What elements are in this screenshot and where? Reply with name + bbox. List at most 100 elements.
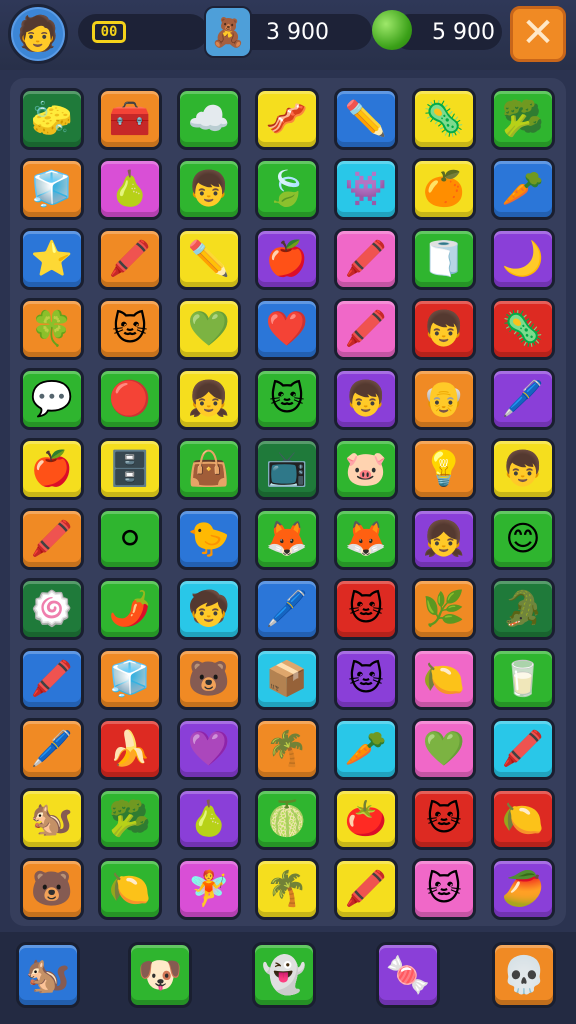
tile-r3-c6[interactable]: 🧻: [412, 228, 476, 290]
tile-r1-c1[interactable]: 🧽: [20, 88, 84, 150]
tile-r5-c3[interactable]: 👧: [177, 368, 241, 430]
tile-r2-c5[interactable]: 👾: [334, 158, 398, 220]
tile-r9-c2[interactable]: 🧊: [98, 648, 162, 710]
tile-r12-c2[interactable]: 🍋: [98, 858, 162, 920]
tile-r9-c5[interactable]: 🐱: [334, 648, 398, 710]
tile-r2-c1[interactable]: 🧊: [20, 158, 84, 220]
powerup-button-3[interactable]: 👻: [252, 942, 316, 1008]
tile-r12-c3[interactable]: 🧚: [177, 858, 241, 920]
tile-r12-c4[interactable]: 🌴: [255, 858, 319, 920]
tile-r1-c4[interactable]: 🥓: [255, 88, 319, 150]
tile-r3-c5[interactable]: 🖍️: [334, 228, 398, 290]
green-gem-icon: [372, 10, 412, 50]
tile-r4-c7[interactable]: 🦠: [491, 298, 555, 360]
gem-counter: 5 900: [372, 10, 502, 50]
tile-r4-c3[interactable]: 💚: [177, 298, 241, 360]
tile-r4-c5[interactable]: 🖍️: [334, 298, 398, 360]
tile-r11-c2[interactable]: 🥦: [98, 788, 162, 850]
tile-r11-c1[interactable]: 🐿️: [20, 788, 84, 850]
tile-r8-c3[interactable]: 🧒: [177, 578, 241, 640]
top-hud: 🧑 00 🧸 3 900 5 900 ✕: [0, 0, 576, 70]
tile-r5-c4[interactable]: 🐱: [255, 368, 319, 430]
tile-r4-c4[interactable]: ❤️: [255, 298, 319, 360]
tile-r8-c1[interactable]: 🍥: [20, 578, 84, 640]
tile-r5-c5[interactable]: 👦: [334, 368, 398, 430]
player-avatar[interactable]: 🧑: [8, 4, 68, 64]
tile-r4-c1[interactable]: 🍀: [20, 298, 84, 360]
tile-r12-c1[interactable]: 🐻: [20, 858, 84, 920]
tile-r10-c2[interactable]: 🍌: [98, 718, 162, 780]
tile-r1-c2[interactable]: 🧰: [98, 88, 162, 150]
tile-r7-c5[interactable]: 🦊: [334, 508, 398, 570]
tile-r6-c7[interactable]: 👦: [491, 438, 555, 500]
tile-r2-c4[interactable]: 🍃: [255, 158, 319, 220]
close-button[interactable]: ✕: [510, 6, 566, 62]
tile-r3-c1[interactable]: ⭐: [20, 228, 84, 290]
tile-r12-c5[interactable]: 🖍️: [334, 858, 398, 920]
tile-r10-c1[interactable]: 🖊️: [20, 718, 84, 780]
tile-r11-c5[interactable]: 🍅: [334, 788, 398, 850]
tile-r11-c6[interactable]: 🐱: [412, 788, 476, 850]
tile-r1-c3[interactable]: ☁️: [177, 88, 241, 150]
tile-r8-c6[interactable]: 🌿: [412, 578, 476, 640]
coin-counter: 🧸 3 900: [204, 6, 372, 58]
tile-r1-c7[interactable]: 🥦: [491, 88, 555, 150]
tile-r11-c3[interactable]: 🍐: [177, 788, 241, 850]
tile-r10-c4[interactable]: 🌴: [255, 718, 319, 780]
tile-r11-c7[interactable]: 🍋: [491, 788, 555, 850]
level-badge: 00: [92, 21, 126, 43]
tile-r6-c6[interactable]: 💡: [412, 438, 476, 500]
tile-r9-c3[interactable]: 🐻: [177, 648, 241, 710]
powerup-button-4[interactable]: 🍬: [376, 942, 440, 1008]
tile-r4-c6[interactable]: 👦: [412, 298, 476, 360]
tile-r2-c3[interactable]: 👦: [177, 158, 241, 220]
tile-r2-c7[interactable]: 🥕: [491, 158, 555, 220]
tile-r8-c2[interactable]: 🌶️: [98, 578, 162, 640]
gem-amount: 5 900: [432, 19, 495, 45]
powerup-button-2[interactable]: 🐶: [128, 942, 192, 1008]
tile-r9-c6[interactable]: 🍋: [412, 648, 476, 710]
tile-r4-c2[interactable]: 🐱: [98, 298, 162, 360]
level-indicator: 00: [78, 14, 208, 50]
tile-r10-c3[interactable]: 💜: [177, 718, 241, 780]
tile-r10-c7[interactable]: 🖍️: [491, 718, 555, 780]
tile-r5-c7[interactable]: 🖊️: [491, 368, 555, 430]
tile-r10-c5[interactable]: 🥕: [334, 718, 398, 780]
powerup-button-1[interactable]: 🐿️: [16, 942, 80, 1008]
tile-r10-c6[interactable]: 💚: [412, 718, 476, 780]
tile-r8-c4[interactable]: 🖊️: [255, 578, 319, 640]
tile-r5-c1[interactable]: 💬: [20, 368, 84, 430]
tile-r5-c6[interactable]: 👴: [412, 368, 476, 430]
avatar-icon: 🧑: [16, 14, 60, 54]
tile-r8-c7[interactable]: 🐊: [491, 578, 555, 640]
tile-r7-c3[interactable]: 🐤: [177, 508, 241, 570]
tile-r6-c1[interactable]: 🍎: [20, 438, 84, 500]
tile-r6-c3[interactable]: 👜: [177, 438, 241, 500]
tile-r7-c7[interactable]: 😊: [491, 508, 555, 570]
coin-amount: 3 900: [266, 19, 329, 45]
tile-r7-c2[interactable]: ⚪: [98, 508, 162, 570]
tile-r5-c2[interactable]: 🔴: [98, 368, 162, 430]
tile-r3-c3[interactable]: ✏️: [177, 228, 241, 290]
tile-r9-c4[interactable]: 📦: [255, 648, 319, 710]
tile-r7-c1[interactable]: 🖍️: [20, 508, 84, 570]
tile-r6-c4[interactable]: 📺: [255, 438, 319, 500]
tile-r7-c4[interactable]: 🦊: [255, 508, 319, 570]
tile-r3-c7[interactable]: 🌙: [491, 228, 555, 290]
tile-r9-c7[interactable]: 🥛: [491, 648, 555, 710]
tile-r11-c4[interactable]: 🍈: [255, 788, 319, 850]
tile-r7-c6[interactable]: 👧: [412, 508, 476, 570]
tile-r2-c2[interactable]: 🍐: [98, 158, 162, 220]
tile-r12-c7[interactable]: 🥭: [491, 858, 555, 920]
tile-r1-c6[interactable]: 🦠: [412, 88, 476, 150]
tile-r3-c4[interactable]: 🍎: [255, 228, 319, 290]
tile-r1-c5[interactable]: ✏️: [334, 88, 398, 150]
tile-r8-c5[interactable]: 🐱: [334, 578, 398, 640]
tile-r12-c6[interactable]: 🐱: [412, 858, 476, 920]
tile-r9-c1[interactable]: 🖍️: [20, 648, 84, 710]
powerup-button-5[interactable]: 💀: [492, 942, 556, 1008]
tile-r3-c2[interactable]: 🖍️: [98, 228, 162, 290]
tile-r6-c5[interactable]: 🐷: [334, 438, 398, 500]
tile-r2-c6[interactable]: 🍊: [412, 158, 476, 220]
tile-r6-c2[interactable]: 🗄️: [98, 438, 162, 500]
